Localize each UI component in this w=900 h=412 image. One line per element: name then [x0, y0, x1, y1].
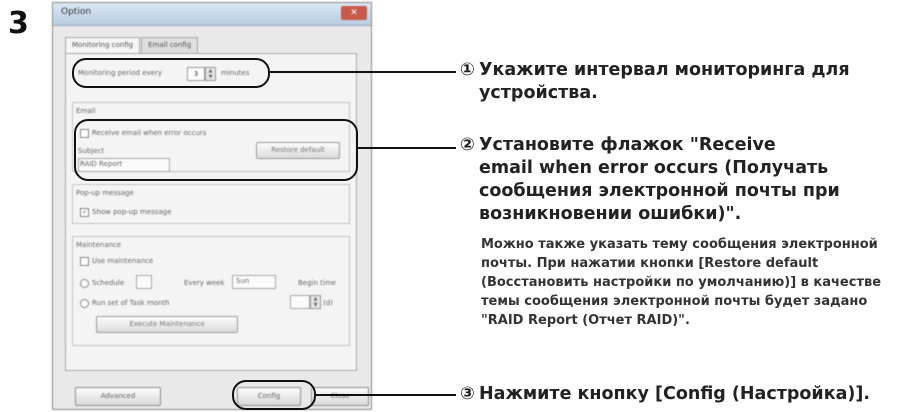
- instruction-2: ② Установите флажок "Receive email when e…: [460, 134, 840, 226]
- maintenance-group-label: Maintenance: [76, 241, 122, 249]
- show-popup-checkbox[interactable]: ✓: [80, 208, 89, 217]
- schedule-radio[interactable]: [80, 279, 89, 288]
- dialog-titlebar: Option ✕: [53, 3, 371, 26]
- begin-time-label: Begin time: [298, 279, 336, 287]
- instruction-2-number: ②: [460, 135, 475, 155]
- instruction-1-line-2: устройства.: [479, 83, 598, 103]
- instruction-2-line-2: email when error occurs (Получать: [479, 158, 829, 178]
- show-popup-label: Show pop-up message: [92, 208, 172, 216]
- instruction-2-line-1: Установите флажок "Receive: [479, 135, 776, 155]
- step-number: 3: [8, 6, 29, 41]
- leader-line-3: [316, 394, 456, 396]
- instruction-1: ① Укажите интервал мониторинга для устрой…: [460, 59, 850, 105]
- run-task-hour-input[interactable]: [290, 295, 310, 309]
- schedule-number-input[interactable]: [136, 275, 152, 289]
- use-maintenance-checkbox[interactable]: [80, 257, 89, 266]
- use-maintenance-label: Use maintenance: [92, 257, 154, 265]
- tab-email-config[interactable]: Email config: [141, 37, 199, 53]
- popup-group-label: Pop-up message: [76, 189, 134, 197]
- instruction-2-line-4: возникновении ошибки)".: [479, 204, 742, 224]
- instruction-1-line-1: Укажите интервал мониторинга для: [479, 60, 850, 80]
- run-task-spinner[interactable]: ▲ ▼: [310, 295, 321, 309]
- execute-maintenance-button[interactable]: Execute Maintenance: [96, 316, 238, 333]
- instruction-2-line-3: сообщения электронной почты при: [479, 181, 840, 201]
- run-task-radio[interactable]: [80, 299, 89, 308]
- schedule-radio-label: Schedule: [92, 279, 125, 287]
- close-window-button[interactable]: ✕: [341, 6, 367, 20]
- callout-email-settings: [74, 119, 358, 181]
- dialog-title: Option: [61, 7, 92, 17]
- run-task-unit: (d): [323, 299, 333, 307]
- run-task-radio-label: Run set of Task month: [92, 299, 170, 307]
- advanced-button[interactable]: Advanced: [75, 387, 161, 406]
- schedule-day-value: Sun: [236, 277, 250, 285]
- close-button[interactable]: Close: [311, 387, 369, 406]
- tab-bar: Monitoring config Email config: [65, 37, 199, 53]
- instruction-1-number: ①: [460, 60, 475, 80]
- monitoring-config-panel: Monitoring period every 3 ▲ ▼ minutes Ema…: [65, 53, 357, 371]
- tab-monitoring-config[interactable]: Monitoring config: [65, 37, 141, 53]
- instruction-3-number: ③: [460, 384, 475, 404]
- instruction-3: ③ Нажмите кнопку [Config (Настройка)].: [460, 383, 870, 406]
- email-group-label: Email: [76, 107, 96, 115]
- instruction-2-note: Можно также указать тему сообщения элект…: [481, 237, 882, 328]
- schedule-every-label: Every week: [184, 279, 225, 287]
- leader-line-2: [358, 147, 456, 149]
- leader-line-1: [270, 71, 456, 73]
- instruction-3-line-1: Нажмите кнопку [Config (Настройка)].: [479, 384, 871, 404]
- callout-monitoring-period: [72, 58, 270, 88]
- callout-config-button: [232, 380, 316, 410]
